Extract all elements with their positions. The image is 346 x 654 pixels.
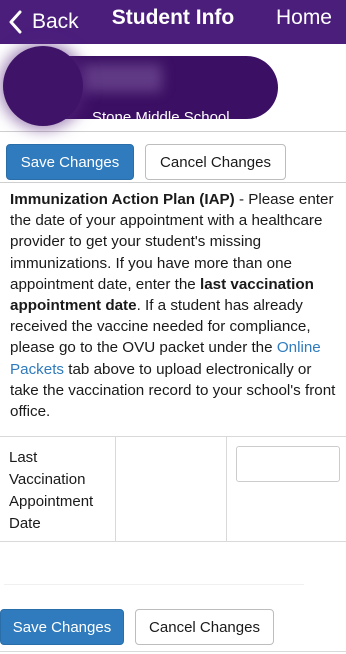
back-button[interactable]: Back: [8, 5, 79, 39]
save-button[interactable]: Save Changes: [6, 144, 134, 180]
school-name: Stone Middle School: [92, 109, 230, 119]
back-label: Back: [32, 10, 79, 33]
student-name-redacted: [82, 64, 162, 92]
cancel-button-bottom[interactable]: Cancel Changes: [135, 609, 274, 645]
nav-bar: Back Student Info Home: [0, 0, 346, 44]
top-actions: Save Changes Cancel Changes: [0, 133, 346, 183]
save-button-bottom[interactable]: Save Changes: [0, 609, 124, 645]
empty-cell: [116, 437, 227, 541]
divider: [4, 584, 304, 585]
appointment-date-field[interactable]: [236, 446, 340, 482]
bottom-actions: Save Changes Cancel Changes: [0, 605, 346, 649]
chevron-left-icon: [9, 10, 22, 34]
cancel-button[interactable]: Cancel Changes: [145, 144, 286, 180]
avatar: [3, 46, 83, 126]
vaccination-date-row: Last Vaccination Appointment Date: [0, 436, 346, 542]
field-label: Last Vaccination Appointment Date: [0, 437, 116, 541]
home-button[interactable]: Home: [276, 6, 332, 30]
iap-instructions: Immunization Action Plan (IAP) - Please …: [10, 189, 340, 422]
student-banner: Stone Middle School: [0, 44, 346, 132]
divider: [0, 651, 346, 652]
iap-heading: Immunization Action Plan (IAP): [10, 191, 235, 208]
